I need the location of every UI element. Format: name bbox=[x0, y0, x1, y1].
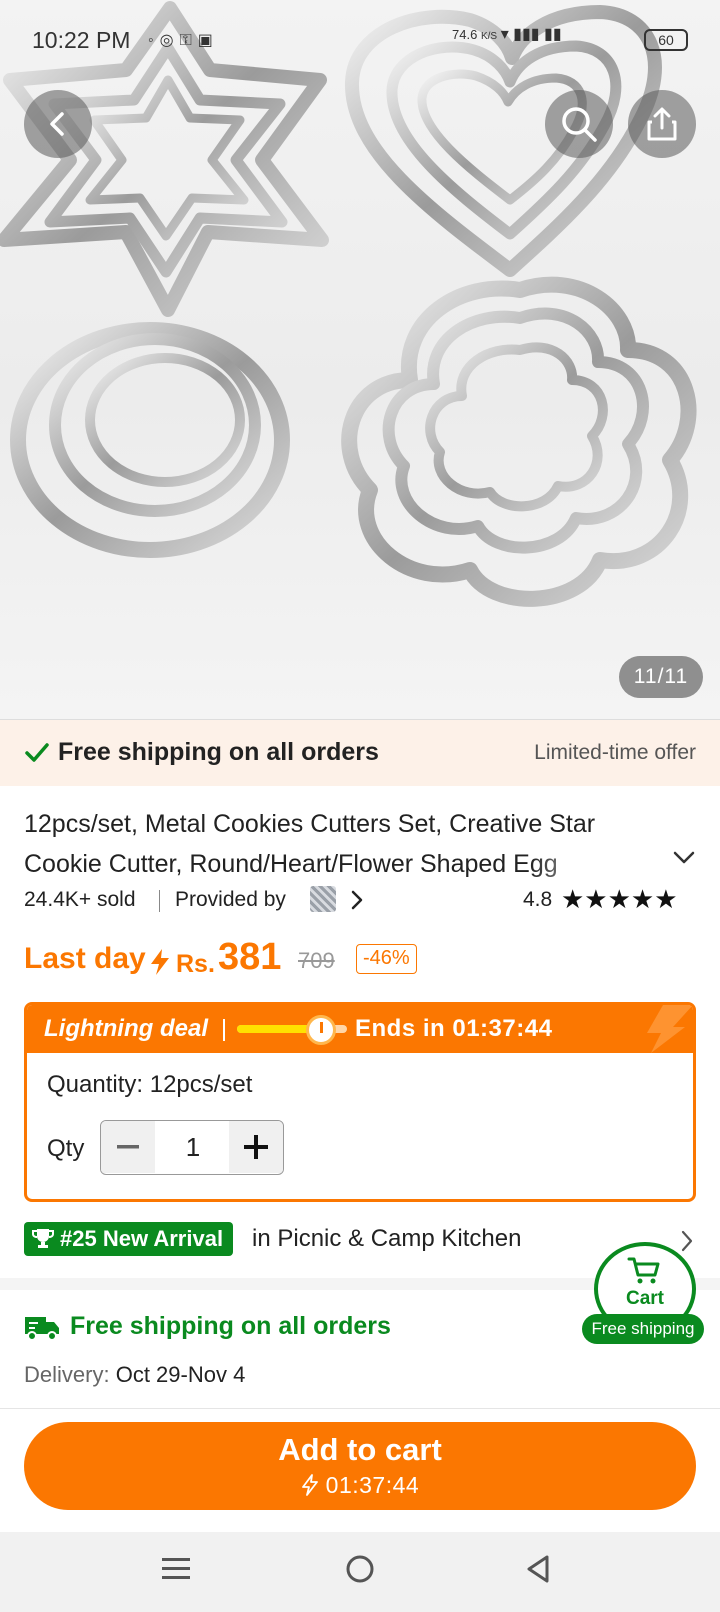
delivery-label: Delivery: bbox=[24, 1362, 110, 1387]
lightning-deal-header: Lightning deal Ends in 01:37:44 bbox=[27, 1005, 693, 1053]
new-arrival-text: #25 New Arrival bbox=[60, 1226, 224, 1251]
add-to-cart-button[interactable]: Add to cart 01:37:44 bbox=[24, 1422, 696, 1510]
price-row: Last day Rs. 381 709 -46% bbox=[24, 936, 704, 984]
share-icon bbox=[647, 107, 677, 141]
net-speed-value: 74.6 bbox=[452, 27, 478, 42]
floating-cart-button[interactable]: Cart Free shipping bbox=[582, 1242, 704, 1344]
search-icon bbox=[562, 107, 597, 142]
flash-decoration-icon bbox=[647, 1005, 693, 1053]
status-bar: 10:22 PM ◦◎⚿▣ 74.6 K/S ▾ ▮▮▮ ▮▮ 60 bbox=[0, 0, 720, 80]
deal-countdown: Ends in 01:37:44 bbox=[355, 1015, 553, 1042]
shipping-title: Free shipping on all orders bbox=[70, 1312, 391, 1340]
net-speed-unit: K/S bbox=[480, 31, 498, 42]
currency: Rs. bbox=[176, 950, 215, 978]
add-to-cart-countdown: 01:37:44 bbox=[325, 1472, 420, 1498]
truck-icon bbox=[25, 1317, 59, 1341]
free-shipping-banner: Free shipping on all orders Limited-time… bbox=[0, 720, 720, 786]
signal-icon: ▾ ▮▮▮ ▮▮ bbox=[500, 26, 562, 43]
delivery-dates: Oct 29-Nov 4 bbox=[115, 1362, 246, 1387]
ranking-category: in Picnic & Camp Kitchen bbox=[252, 1225, 522, 1252]
menu-icon[interactable] bbox=[162, 1554, 190, 1584]
net-speed: 74.6 K/S ▾ ▮▮▮ ▮▮ bbox=[452, 24, 562, 44]
last-day-label: Last day bbox=[24, 942, 146, 975]
trophy-icon bbox=[32, 1229, 54, 1248]
battery-icon: 60 bbox=[644, 29, 688, 51]
product-meta: 24.4K+ sold Provided by 4.8 ★★★★★ bbox=[24, 884, 700, 916]
limited-offer-text: Limited-time offer bbox=[534, 741, 696, 764]
back-button[interactable] bbox=[24, 90, 92, 158]
rating-stars[interactable]: ★★★★★ bbox=[561, 884, 678, 915]
decrease-button[interactable] bbox=[101, 1121, 155, 1173]
cart-free-shipping-badge: Free shipping bbox=[582, 1314, 704, 1344]
system-nav-bar bbox=[0, 1532, 720, 1612]
quantity-option: Quantity: 12pcs/set bbox=[47, 1071, 253, 1098]
share-button[interactable] bbox=[628, 90, 696, 158]
chevron-down-icon[interactable] bbox=[672, 850, 696, 866]
quantity-value[interactable]: 1 bbox=[155, 1121, 231, 1173]
status-time: 10:22 PM bbox=[32, 27, 131, 53]
rating-value[interactable]: 4.8 bbox=[523, 888, 552, 912]
plus-icon bbox=[244, 1135, 268, 1159]
deal-divider bbox=[223, 1019, 225, 1041]
image-counter: 11/11 bbox=[619, 656, 703, 698]
delivery-info: Delivery: Oct 29-Nov 4 bbox=[24, 1362, 245, 1388]
new-arrival-badge: #25 New Arrival bbox=[24, 1222, 234, 1256]
lightning-deal-box: Lightning deal Ends in 01:37:44 Quantity… bbox=[24, 1002, 696, 1202]
notification-icons: ◦◎⚿▣ bbox=[148, 32, 219, 49]
back-nav-icon[interactable] bbox=[525, 1554, 551, 1584]
lightning-deal-label: Lightning deal bbox=[44, 1015, 208, 1042]
check-icon bbox=[25, 743, 49, 762]
qty-label: Qty bbox=[47, 1135, 85, 1162]
provided-by-label[interactable]: Provided by bbox=[175, 888, 286, 912]
add-to-cart-label: Add to cart bbox=[278, 1432, 442, 1467]
add-to-cart-timer: 01:37:44 bbox=[24, 1472, 696, 1499]
lightning-icon bbox=[151, 949, 169, 975]
product-photo bbox=[0, 1, 697, 607]
current-price: 381 bbox=[218, 936, 282, 978]
product-image-gallery[interactable]: 10:22 PM ◦◎⚿▣ 74.6 K/S ▾ ▮▮▮ ▮▮ 60 11/11 bbox=[0, 0, 720, 720]
free-shipping-text: Free shipping on all orders bbox=[58, 738, 379, 766]
meta-divider bbox=[159, 890, 160, 912]
search-button[interactable] bbox=[545, 90, 613, 158]
increase-button[interactable] bbox=[229, 1121, 283, 1173]
cart-label: Cart bbox=[625, 1288, 664, 1309]
quantity-stepper: 1 bbox=[100, 1120, 284, 1175]
bottom-divider bbox=[0, 1408, 720, 1409]
home-icon[interactable] bbox=[345, 1554, 375, 1584]
cart-icon bbox=[627, 1257, 660, 1284]
chevron-left-icon bbox=[50, 112, 64, 136]
chevron-right-icon[interactable] bbox=[350, 890, 364, 910]
minus-icon bbox=[117, 1145, 139, 1149]
seller-logo[interactable] bbox=[310, 886, 336, 912]
lightning-outline-icon bbox=[301, 1474, 318, 1496]
sold-count: 24.4K+ sold bbox=[24, 888, 136, 911]
original-price: 709 bbox=[298, 948, 335, 973]
clock-icon bbox=[306, 1015, 336, 1045]
discount-badge: -46% bbox=[356, 944, 417, 974]
title-fade bbox=[530, 844, 640, 884]
